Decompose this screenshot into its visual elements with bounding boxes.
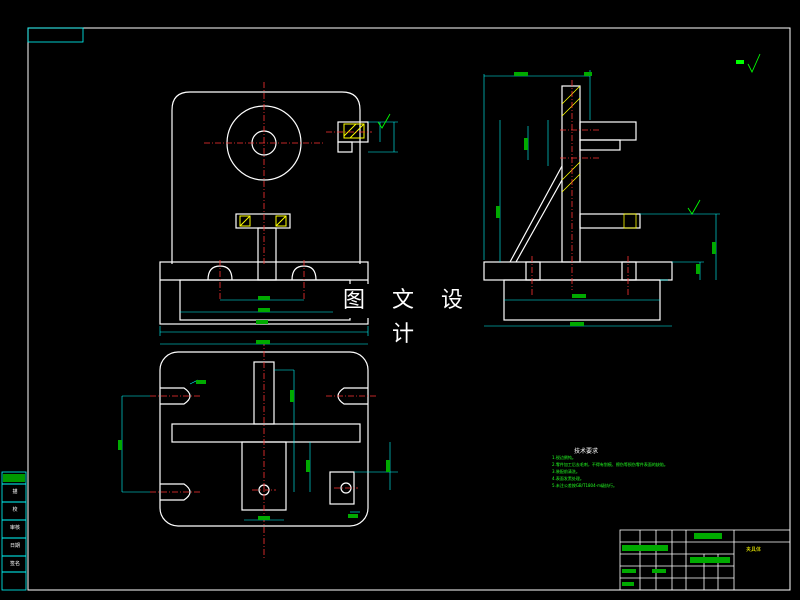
side-view-dimensions <box>483 70 720 327</box>
technical-requirements-title: 技术要求 <box>574 448 599 455</box>
watermark-text: 图 文 设 计 <box>333 284 483 347</box>
side-view-hatch <box>561 85 637 229</box>
requirement-line: 3.装配前清洗。 <box>552 469 580 474</box>
top-view-centerlines <box>150 340 378 560</box>
frame-corner-box <box>27 27 84 43</box>
side-view <box>483 85 673 321</box>
side-tag-check: 校 <box>12 507 18 513</box>
roughness-symbol <box>377 53 761 215</box>
side-tag-draw: 描 <box>12 489 18 495</box>
requirement-line: 5.未注公差按GB/T1804-m级执行。 <box>552 483 617 488</box>
requirement-line: 4.表面发黑处理。 <box>552 476 584 481</box>
front-view-hatch <box>239 123 365 227</box>
side-tag-date: 日期 <box>9 543 20 549</box>
title-block-drawing-name: 夹具体 <box>746 547 762 553</box>
side-tag-sign: 签名 <box>9 561 20 567</box>
side-tag-review: 审核 <box>9 525 20 531</box>
requirement-line: 2.零件加工后去毛刺，不得有划痕、擦伤等损伤零件表面的缺陷。 <box>552 462 668 467</box>
requirement-line: 1.锐边倒钝。 <box>552 455 576 460</box>
